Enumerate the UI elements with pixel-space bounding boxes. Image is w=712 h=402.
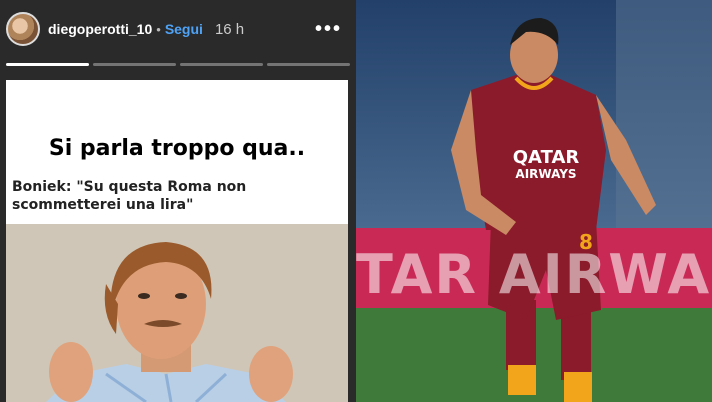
meme-caption: Boniek: "Su questa Roma non scommetterei… xyxy=(12,179,247,213)
stadium-banner-text: TAR AIRWA xyxy=(356,243,712,306)
meme-title: Si parla troppo qua.. xyxy=(48,136,306,161)
story-timestamp: 16 h xyxy=(214,20,245,38)
progress-segment xyxy=(6,63,89,66)
avatar[interactable] xyxy=(6,12,40,46)
meme-image: Si parla troppo qua.. Boniek: "Su questa… xyxy=(6,80,348,402)
boniek-photo xyxy=(6,224,348,402)
more-options-icon[interactable]: ••• xyxy=(315,18,342,41)
separator-dot: • xyxy=(156,21,161,37)
story-header: diegoperotti_10 • Segui 16 h ••• xyxy=(0,0,356,58)
jersey-sponsor: QATAR AIRWAYS xyxy=(506,147,586,182)
progress-segment xyxy=(180,63,263,66)
jersey-sponsor-line2: AIRWAYS xyxy=(515,167,577,181)
username[interactable]: diegoperotti_10 xyxy=(48,21,152,37)
jersey-sponsor-line1: QATAR xyxy=(512,147,580,168)
stadium-illustration xyxy=(356,0,712,402)
instagram-story: diegoperotti_10 • Segui 16 h ••• Si parl… xyxy=(0,0,356,402)
player-photo: TAR AIRWA QATAR AIRWAYS 8 xyxy=(356,0,712,402)
progress-segment xyxy=(267,63,350,66)
progress-segment xyxy=(93,63,176,66)
boniek-illustration xyxy=(6,224,348,402)
story-progress-bar xyxy=(6,63,350,66)
follow-button[interactable]: Segui xyxy=(165,21,203,37)
shirt-number: 8 xyxy=(579,230,593,254)
